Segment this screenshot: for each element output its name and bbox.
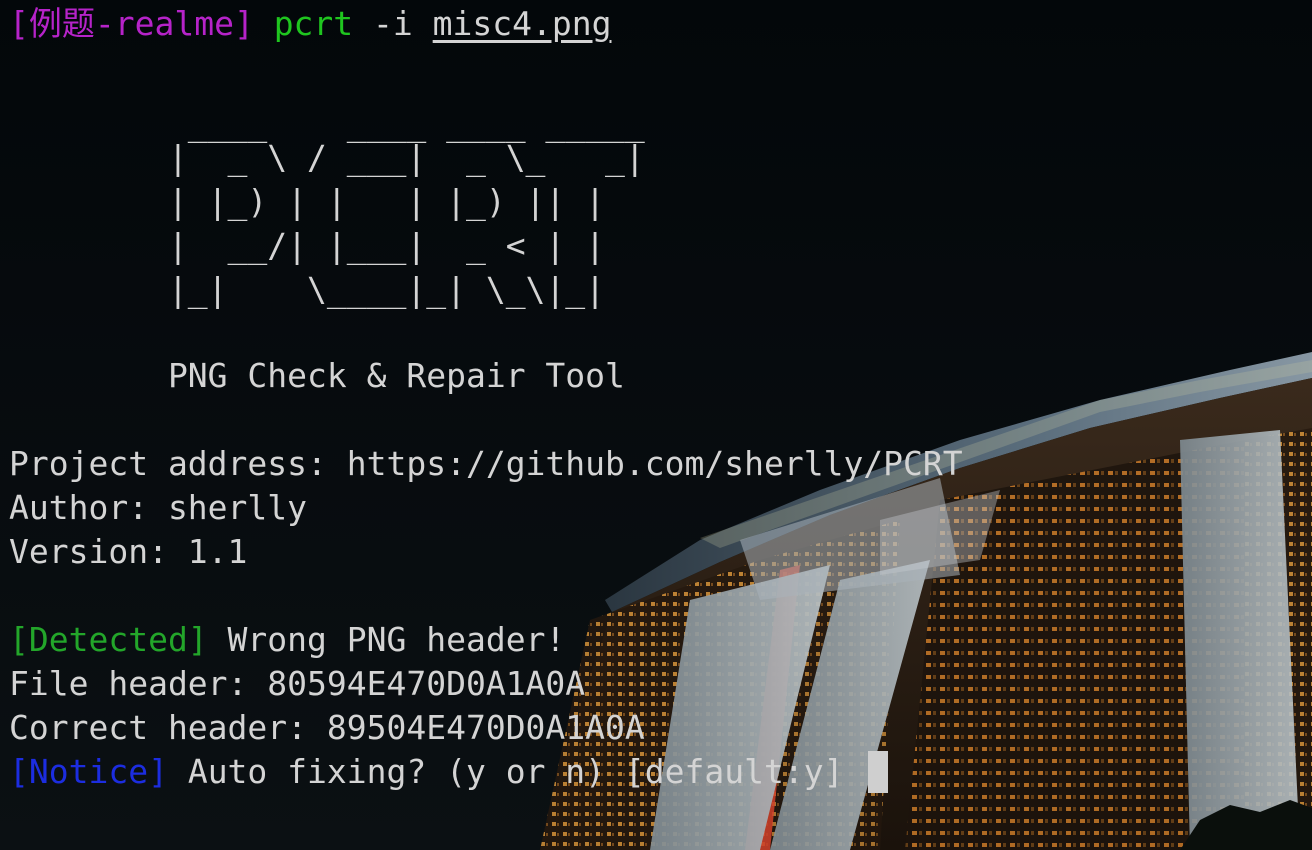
version-line: Version: 1.1 (9, 532, 248, 571)
ascii-banner-line: |_| \____|_| \_\|_| (9, 270, 606, 309)
text-cursor[interactable] (868, 751, 888, 793)
ascii-banner-line: | |_) | | | |_) || | (9, 182, 606, 221)
prompt-line: [例题-realme] pcrt -i misc4.png (9, 2, 611, 46)
file-header-line: File header: 80594E470D0A1A0A (9, 664, 586, 703)
project-address-line: Project address: https://github.com/sher… (9, 444, 963, 483)
notice-message: Auto fixing? (y or n) [default:y] (167, 752, 864, 791)
detected-message: Wrong PNG header! (207, 620, 566, 659)
correct-header-line: Correct header: 89504E470D0A1A0A (9, 708, 645, 747)
notice-tag: [Notice] (9, 752, 168, 791)
detected-tag: [Detected] (9, 620, 208, 659)
ascii-banner-line: | _ \ / ___| _ \_ _| (9, 138, 645, 177)
ascii-banner-line: | __/| |___| _ < | | (9, 226, 606, 265)
terminal-window[interactable]: [例题-realme] pcrt -i misc4.png ____ ____ … (0, 0, 1312, 850)
banner-tagline: PNG Check & Repair Tool (9, 356, 625, 395)
prompt-context: [例题-realme] (9, 4, 254, 43)
prompt-command: pcrt (273, 4, 354, 43)
detected-line: [Detected] Wrong PNG header! (9, 618, 565, 662)
author-line: Author: sherlly (9, 488, 308, 527)
prompt-flag: -i (373, 4, 413, 43)
prompt-argument: misc4.png (432, 4, 612, 43)
notice-line: [Notice] Auto fixing? (y or n) [default:… (9, 750, 863, 794)
terminal-output: [例题-realme] pcrt -i misc4.png ____ ____ … (0, 0, 1312, 850)
